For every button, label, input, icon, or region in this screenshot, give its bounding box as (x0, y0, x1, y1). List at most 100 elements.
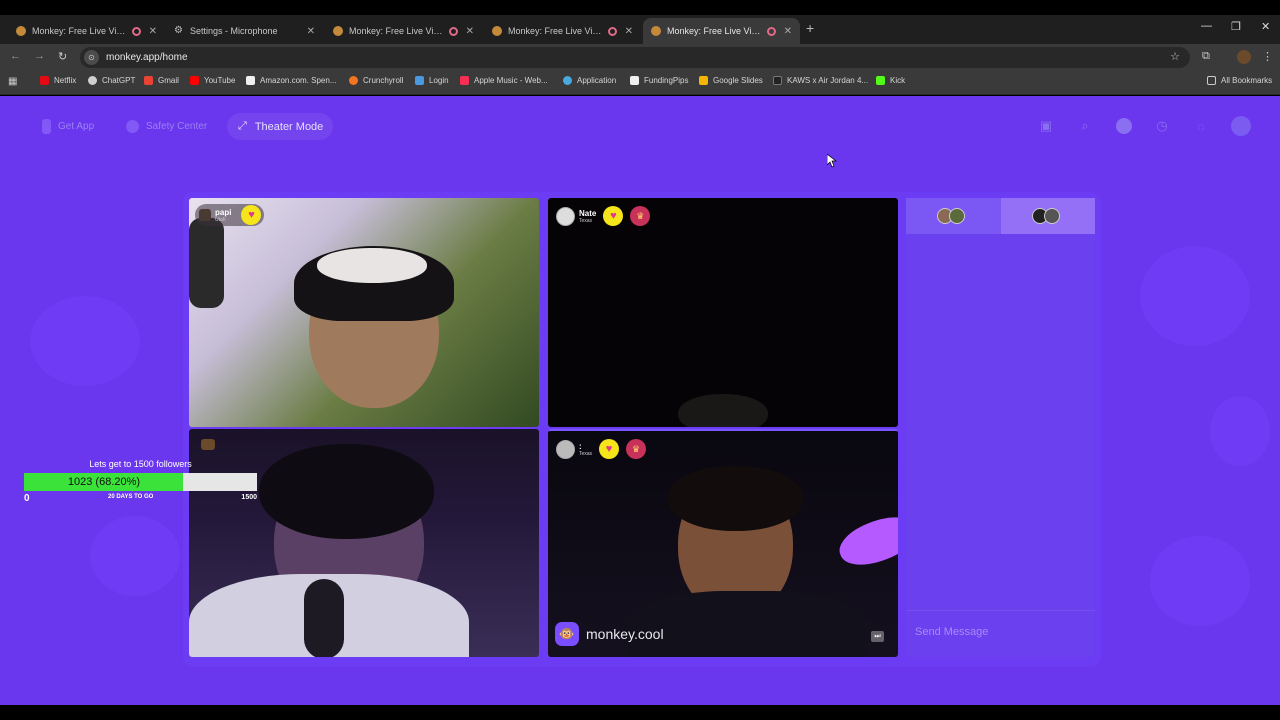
video-tile-2[interactable]: Nate Texas ♥ ♛ (548, 198, 898, 427)
bookmark-star-icon[interactable]: ☆ (1170, 50, 1180, 63)
shop-icon[interactable]: ▣ (1038, 118, 1054, 134)
crunchyroll-icon (349, 76, 358, 85)
chat-tab-pair-2[interactable] (1000, 198, 1095, 234)
video-hair (668, 466, 803, 531)
chat-bubble-icon[interactable]: ◌ (1193, 118, 1209, 134)
theater-mode-button[interactable]: ⤢ Theater Mode (227, 113, 333, 140)
tab-title: Monkey: Free Live Video Ch (667, 26, 763, 36)
minimize-icon[interactable]: — (1201, 20, 1212, 32)
bookmark-crunchyroll[interactable]: Crunchyroll (349, 76, 403, 85)
tab-settings-microphone[interactable]: ⚙ Settings - Microphone ✕ (166, 18, 323, 44)
bookmark-label: ChatGPT (102, 76, 136, 85)
monkey-watermark: 🐵 monkey.cool (555, 622, 664, 646)
shield-icon (126, 119, 139, 133)
tab-monkey-active[interactable]: Monkey: Free Live Video Ch ✕ (643, 18, 800, 44)
user-chip[interactable]: Nate Texas ♥ ♛ (556, 205, 651, 227)
bookmark-application[interactable]: Application (563, 76, 616, 85)
coin-icon[interactable] (1116, 118, 1132, 134)
bookmark-gmail[interactable]: Gmail (144, 76, 179, 85)
video-tile-1[interactable]: papi Utah ♥ (189, 198, 539, 427)
history-icon[interactable]: ◷ (1154, 118, 1170, 134)
site-info-icon[interactable]: ⊙ (84, 50, 99, 65)
address-bar[interactable]: ⊙ monkey.app/home ☆ (80, 47, 1190, 68)
heart-icon[interactable]: ♥ (241, 205, 262, 225)
close-icon[interactable]: ✕ (784, 26, 792, 37)
maximize-icon[interactable]: ❐ (1231, 20, 1241, 33)
bookmark-kaws[interactable]: KAWS x Air Jordan 4... (773, 76, 868, 85)
extensions-icon[interactable]: ⧉ (1202, 50, 1210, 63)
kaws-icon (773, 76, 782, 85)
bookmark-amazon[interactable]: Amazon.com. Spen... (246, 76, 336, 85)
apple-music-icon (460, 76, 469, 85)
apps-grid-icon[interactable]: ▦ (8, 76, 17, 87)
user-location: Texas (579, 450, 593, 457)
heart-icon[interactable]: ♥ (603, 206, 624, 226)
address-row: ← → ↻ ⊙ monkey.app/home ☆ ⧉ ⋮ (0, 44, 1280, 71)
bookmark-netflix[interactable]: Netflix (40, 76, 76, 85)
user-chip[interactable]: : Texas ♥ ♛ (556, 438, 647, 460)
chat-tab-pair-1[interactable] (906, 198, 1001, 234)
kick-icon (876, 76, 885, 85)
phone-icon (42, 118, 51, 134)
reload-icon[interactable]: ↻ (58, 50, 67, 63)
close-icon[interactable]: ✕ (466, 26, 474, 37)
tab-strip: Monkey: Free Live Video Ch ✕ ⚙ Settings … (0, 15, 1280, 44)
all-bookmarks-folder[interactable]: All Bookmarks (1207, 76, 1272, 85)
close-icon[interactable]: ✕ (149, 26, 157, 37)
medal-icon[interactable]: ♛ (630, 206, 651, 226)
expand-icon: ⤢ (238, 120, 247, 132)
tab-title: Monkey: Free Live Video Ch (349, 26, 445, 36)
bookmark-label: Apple Music - Web... (474, 76, 548, 85)
bookmark-chatgpt[interactable]: ChatGPT (88, 76, 135, 85)
send-message-input[interactable]: Send Message (906, 610, 1095, 652)
bookmark-kick[interactable]: Kick (876, 76, 905, 85)
bookmark-youtube[interactable]: YouTube (190, 76, 235, 85)
new-tab-icon[interactable]: + (806, 20, 814, 36)
skip-icon[interactable]: ⏭ (871, 631, 884, 642)
follower-progress-bar: 1023 (68.20%) (24, 473, 257, 491)
safety-center-label: Safety Center (146, 120, 208, 132)
menu-icon[interactable]: ⋮ (1262, 50, 1273, 63)
safety-center-link[interactable]: Safety Center (126, 114, 207, 138)
heart-icon[interactable]: ♥ (599, 439, 620, 459)
user-name: papi (215, 207, 232, 217)
follower-progress-label: 1023 (68.20%) (67, 476, 141, 488)
bookmark-google-slides[interactable]: Google Slides (699, 76, 763, 85)
tab-monkey-2[interactable]: Monkey: Free Live Video Ch ✕ (325, 18, 482, 44)
bookmark-label: YouTube (204, 76, 236, 85)
watermark-text: monkey.cool (586, 626, 664, 642)
google-slides-icon (699, 76, 708, 85)
follower-goal-max: 1500 (241, 494, 257, 501)
bookmark-login[interactable]: Login (415, 76, 449, 85)
video-object (189, 218, 224, 308)
url-text: monkey.app/home (106, 52, 188, 63)
recording-icon (607, 26, 617, 36)
avatar (201, 439, 215, 450)
medal-icon[interactable]: ♛ (626, 439, 647, 459)
get-app-link[interactable]: Get App (42, 114, 94, 138)
bookmarks-bar: Netflix ChatGPT Gmail YouTube Amazon.com… (0, 71, 1280, 95)
tab-title: Monkey: Free Live Video Ch (508, 26, 604, 36)
window-close-icon[interactable]: ✕ (1261, 20, 1270, 33)
user-avatar[interactable] (1231, 116, 1251, 136)
bookmark-apple-music[interactable]: Apple Music - Web... (460, 76, 548, 85)
profile-avatar[interactable] (1237, 50, 1251, 64)
user-chip[interactable]: papi Utah ♥ (195, 204, 265, 226)
background-decoration (1140, 246, 1250, 346)
forward-icon[interactable]: → (34, 50, 45, 62)
close-icon[interactable]: ✕ (625, 26, 633, 37)
monkey-favicon-icon (333, 26, 343, 36)
avatar (949, 208, 966, 224)
tab-monkey-1[interactable]: Monkey: Free Live Video Ch ✕ (8, 18, 165, 44)
search-icon[interactable]: ⌕ (1077, 118, 1093, 134)
follower-goal-days: 20 DAYS TO GO (108, 494, 154, 500)
monkey-favicon-icon (16, 26, 26, 36)
tab-monkey-3[interactable]: Monkey: Free Live Video Ch ✕ (484, 18, 641, 44)
video-microphone (304, 579, 344, 657)
back-icon[interactable]: ← (10, 50, 21, 62)
video-shirt (628, 591, 868, 657)
folder-icon (1207, 76, 1216, 85)
bookmark-fundingpips[interactable]: FundingPips (630, 76, 688, 85)
video-light (833, 508, 898, 574)
close-icon[interactable]: ✕ (307, 26, 315, 37)
